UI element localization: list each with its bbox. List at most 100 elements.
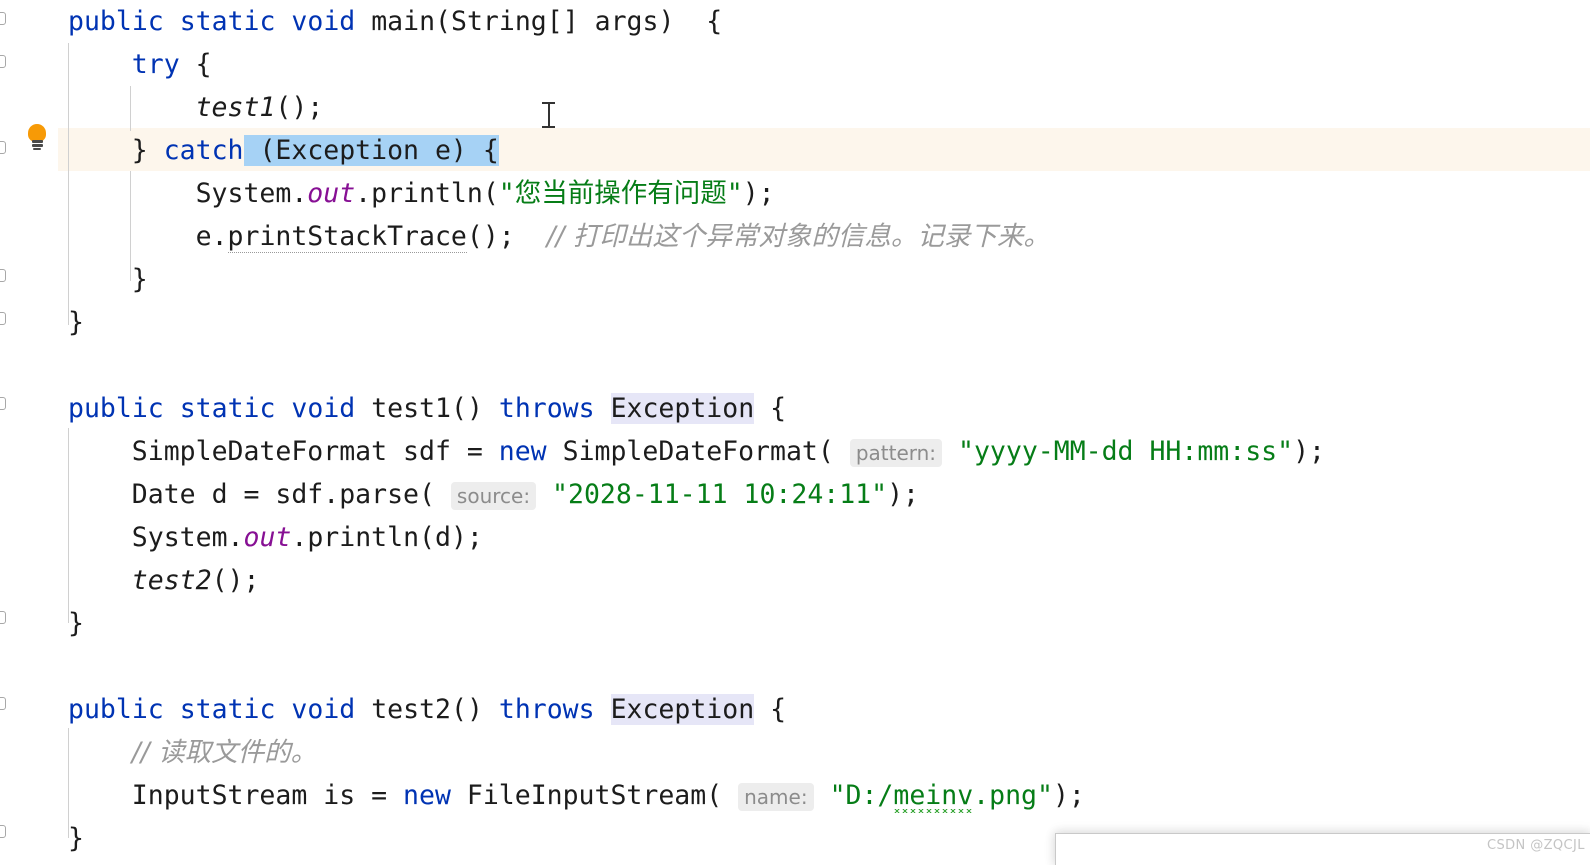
code-token: [] — [546, 6, 595, 37]
code-fold-marker-icon[interactable] — [0, 697, 6, 710]
code-token: println — [371, 178, 483, 209]
code-token-kw: void — [291, 6, 356, 37]
code-token: { — [754, 694, 787, 725]
code-token: SimpleDateFormat — [562, 436, 818, 467]
code-token-kw: public — [68, 393, 164, 424]
code-token: } — [68, 608, 84, 639]
code-token-kw: static — [179, 393, 276, 424]
code-token: ); — [742, 178, 775, 209]
code-token: } — [131, 135, 164, 166]
code-token: . — [291, 522, 308, 553]
code-line[interactable]: try { — [132, 43, 212, 86]
code-token: . — [291, 178, 308, 209]
code-token: (d); — [419, 522, 483, 553]
code-token: ); — [1293, 436, 1325, 467]
code-text-area[interactable]: public static void main(String[] args) {… — [0, 0, 1590, 865]
code-token-kw: void — [291, 393, 356, 424]
code-line[interactable]: } — [68, 301, 84, 344]
code-line[interactable]: SimpleDateFormat sdf = new SimpleDateFor… — [132, 430, 1325, 473]
intention-action-bulb-icon[interactable] — [26, 124, 48, 151]
code-token-kw: public — [68, 694, 164, 725]
code-token: ) { — [658, 6, 723, 37]
code-token: . — [227, 522, 244, 553]
code-token-kw: try — [131, 49, 180, 80]
code-token-kw: static — [179, 694, 276, 725]
code-line[interactable]: // 读取文件的。 — [132, 731, 317, 774]
code-editor[interactable]: public static void main(String[] args) {… — [0, 0, 1590, 865]
code-token: InputStream — [131, 780, 308, 811]
code-token-kw: catch — [163, 135, 244, 166]
code-token-hint: pattern: — [849, 439, 943, 467]
code-line[interactable]: test1(); — [196, 86, 324, 129]
code-fold-marker-icon[interactable] — [0, 397, 6, 410]
code-token: . — [355, 178, 372, 209]
code-token: } — [68, 307, 84, 338]
code-line[interactable]: } — [68, 602, 84, 645]
code-line[interactable]: public static void main(String[] args) { — [68, 0, 722, 43]
code-fold-marker-icon[interactable] — [0, 12, 6, 25]
code-fold-marker-icon[interactable] — [0, 141, 6, 154]
code-token: System — [195, 178, 292, 209]
code-line[interactable]: } — [132, 258, 148, 301]
code-token: ); — [887, 479, 920, 510]
code-line[interactable]: System.out.println(d); — [132, 516, 483, 559]
code-line[interactable]: System.out.println("您当前操作有问题"); — [196, 172, 775, 215]
code-token-sel: (Exception e) { — [243, 135, 499, 166]
code-token-kw: new — [403, 780, 451, 811]
editor-gutter[interactable] — [0, 0, 58, 865]
code-token-hint: source: — [450, 482, 537, 510]
code-token: (); — [275, 92, 324, 123]
code-token: d = sdf. — [195, 479, 340, 510]
code-line[interactable]: InputStream is = new FileInputStream( na… — [132, 774, 1085, 817]
code-token: is = — [307, 780, 404, 811]
code-fold-marker-icon[interactable] — [0, 269, 6, 282]
code-token: Date — [131, 479, 196, 510]
code-token: SimpleDateFormat — [131, 436, 388, 467]
code-token: (); — [466, 221, 547, 252]
code-fold-marker-icon[interactable] — [0, 825, 6, 838]
code-token-fld: out — [307, 178, 356, 209]
code-token-cmt: // — [546, 221, 573, 252]
code-token: } — [68, 823, 84, 854]
code-token: FileInputStream — [466, 780, 707, 811]
code-line[interactable]: } — [68, 817, 84, 860]
code-token: parse — [339, 479, 419, 510]
code-token-stat: test1 — [195, 92, 276, 123]
code-line[interactable]: test2(); — [132, 559, 260, 602]
code-token: (); — [211, 565, 260, 596]
code-token-kw: void — [291, 694, 356, 725]
code-token: ( — [706, 780, 739, 811]
code-fold-marker-icon[interactable] — [0, 312, 6, 325]
text-ibeam-cursor — [542, 100, 555, 130]
code-token: System — [131, 522, 228, 553]
code-token: ( — [482, 178, 499, 209]
code-fold-marker-icon[interactable] — [0, 611, 6, 624]
code-line[interactable]: e.printStackTrace(); // 打印出这个异常对象的信息。记录下… — [196, 215, 1050, 258]
code-token-str: "2028-11-11 10:24:11" — [552, 479, 888, 510]
code-line[interactable]: public static void test1() throws Except… — [68, 387, 786, 430]
code-token: test1 — [371, 393, 451, 424]
code-line[interactable]: public static void test2() throws Except… — [68, 688, 786, 731]
code-token-stat: test2 — [131, 565, 212, 596]
code-token-fld: out — [243, 522, 292, 553]
code-token: e — [195, 221, 212, 252]
code-token: } — [131, 264, 148, 295]
code-line[interactable]: Date d = sdf.parse( source: "2028-11-11 … — [132, 473, 919, 516]
code-line[interactable]: } catch (Exception e) { — [132, 129, 499, 172]
code-token-cmt: 读取文件的。 — [158, 737, 318, 768]
code-token: () — [450, 393, 499, 424]
code-fold-marker-icon[interactable] — [0, 55, 6, 68]
code-token: ); — [1052, 780, 1085, 811]
